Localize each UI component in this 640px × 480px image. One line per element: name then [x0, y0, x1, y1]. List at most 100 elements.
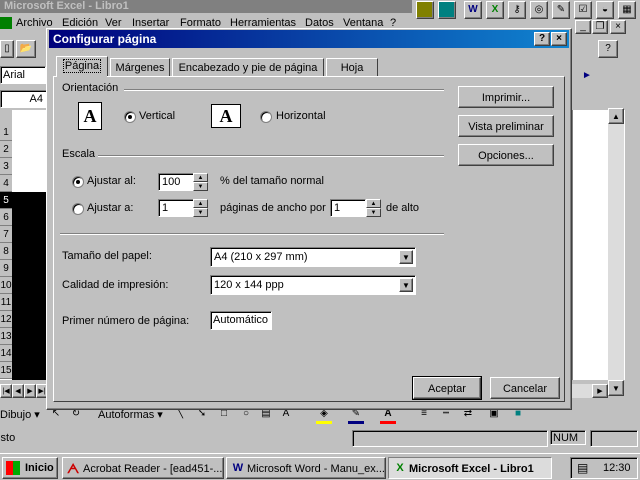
doc-close-icon[interactable]: × — [610, 20, 626, 34]
shortcut-9-icon[interactable]: ◒ — [596, 1, 614, 19]
fit-wide-spinner[interactable]: ▲ ▼ — [193, 199, 208, 217]
spin-up-icon[interactable]: ▲ — [193, 199, 208, 208]
vertical-scrollbar[interactable] — [608, 108, 624, 386]
fit-tall-spinner[interactable]: ▲ ▼ — [366, 199, 381, 217]
row-header[interactable]: 4 — [0, 175, 12, 192]
adjust-to-spinner[interactable]: ▲ ▼ — [193, 173, 208, 191]
spin-down-icon[interactable]: ▼ — [193, 182, 208, 191]
doc-minimize-icon[interactable]: _ — [575, 20, 591, 34]
office-shortcut-bar: W X ⚷ ◎ ✎ ☑ ◒ ▦ — [412, 0, 640, 20]
windows-logo-icon — [6, 461, 20, 475]
fit-to-label[interactable]: Ajustar a: — [87, 202, 133, 214]
row-header[interactable]: 6 — [0, 209, 12, 226]
first-page-label: Primer número de página: — [62, 315, 190, 327]
tab-pagina[interactable]: Página — [56, 56, 108, 76]
fit-tall-input[interactable]: 1 — [330, 199, 366, 217]
excel-shortcut-icon[interactable]: X — [486, 1, 504, 19]
word-shortcut-icon[interactable]: W — [464, 1, 482, 19]
radio-fit-to[interactable] — [72, 203, 84, 215]
start-button[interactable]: Inicio — [2, 457, 58, 479]
toolbar-more-arrow-icon[interactable]: ► — [582, 70, 592, 81]
chevron-down-icon[interactable]: ▼ — [399, 250, 413, 264]
paper-size-label: Tamaño del papel: — [62, 250, 152, 262]
sheet-nav[interactable]: |◀ ◀ ▶ ▶| — [0, 384, 48, 398]
adjust-to-input[interactable]: 100 — [158, 173, 194, 191]
doc-restore-icon[interactable]: ❐ — [592, 20, 608, 34]
first-page-input[interactable]: Automático — [210, 311, 272, 330]
tab-margenes[interactable]: Márgenes — [110, 58, 170, 76]
drawing-menu[interactable]: Dibujo ▾ — [0, 408, 40, 421]
row-header[interactable]: 14 — [0, 345, 12, 362]
shortcut-10-icon[interactable]: ▦ — [618, 1, 636, 19]
next-sheet-icon[interactable]: ▶ — [24, 384, 36, 398]
row-header[interactable]: 13 — [0, 328, 12, 345]
spin-down-icon[interactable]: ▼ — [193, 208, 208, 217]
row-header[interactable]: 2 — [0, 141, 12, 158]
scroll-up-icon[interactable]: ▲ — [608, 108, 624, 124]
cancel-button[interactable]: Cancelar — [490, 377, 560, 399]
tab-hoja[interactable]: Hoja — [326, 58, 378, 76]
open-file-icon[interactable]: 📂 — [16, 40, 36, 58]
status-panel-3 — [590, 430, 638, 447]
adjust-to-label[interactable]: Ajustar al: — [87, 175, 136, 187]
fit-wide-input[interactable]: 1 — [158, 199, 194, 217]
radio-vertical[interactable] — [124, 111, 136, 123]
row-header[interactable]: 9 — [0, 260, 12, 277]
row-header[interactable]: 1 — [0, 124, 12, 141]
key-shortcut-icon[interactable]: ⚷ — [508, 1, 526, 19]
options-button[interactable]: Opciones... — [458, 144, 554, 166]
orientation-label: Orientación — [62, 82, 119, 94]
radio-horizontal[interactable] — [260, 111, 272, 123]
row-header[interactable]: 10 — [0, 277, 12, 294]
spin-up-icon[interactable]: ▲ — [193, 173, 208, 182]
taskbar-acrobat[interactable]: ᗅ Acrobat Reader - [ead451-... — [62, 457, 224, 479]
print-button[interactable]: Imprimir... — [458, 86, 554, 108]
excel-title-bar: Microsoft Excel - Libro1 — [0, 0, 412, 13]
chevron-down-icon[interactable]: ▼ — [399, 278, 413, 292]
row-header[interactable]: 12 — [0, 311, 12, 328]
spin-up-icon[interactable]: ▲ — [366, 199, 381, 208]
tray-network-icon[interactable]: ▤ — [577, 461, 588, 475]
shortcut-7-icon[interactable]: ✎ — [552, 1, 570, 19]
dialog-title-bar[interactable]: Configurar página — [49, 30, 569, 48]
row-header[interactable]: 15 — [0, 362, 12, 379]
taskbar-word[interactable]: W Microsoft Word - Manu_ex... — [226, 457, 386, 479]
print-quality-select[interactable]: 120 x 144 ppp ▼ — [210, 275, 416, 295]
taskbar-excel[interactable]: X Microsoft Excel - Libro1 — [388, 457, 552, 479]
status-bar: Listo NUM — [0, 428, 640, 448]
row-header[interactable]: 8 — [0, 243, 12, 260]
scroll-right-icon[interactable]: ▶ — [592, 384, 608, 398]
radio-adjust-to[interactable] — [72, 176, 84, 188]
selected-range[interactable] — [12, 192, 48, 380]
spin-down-icon[interactable]: ▼ — [366, 208, 381, 217]
prev-sheet-icon[interactable]: ◀ — [12, 384, 24, 398]
scroll-down-icon[interactable]: ▼ — [608, 380, 624, 396]
tab-encabezado[interactable]: Encabezado y pie de página — [172, 58, 324, 76]
binoculars-icon[interactable]: ◎ — [530, 1, 548, 19]
word-icon: W — [232, 462, 244, 474]
start-label: Inicio — [25, 462, 54, 474]
name-box[interactable]: A4 — [0, 90, 48, 108]
row-header[interactable]: 7 — [0, 226, 12, 243]
shortcut-2-icon[interactable] — [438, 1, 456, 19]
status-panel-1 — [352, 430, 548, 447]
horizontal-label[interactable]: Horizontal — [276, 110, 326, 122]
new-file-icon[interactable]: ▯ — [0, 40, 14, 58]
print-preview-button[interactable]: Vista preliminar — [458, 115, 554, 137]
select-all-corner[interactable] — [0, 110, 12, 124]
row-header[interactable]: 11 — [0, 294, 12, 311]
paper-size-select[interactable]: A4 (210 x 297 mm) ▼ — [210, 247, 416, 267]
options-separator — [60, 233, 444, 235]
dialog-help-icon[interactable]: ? — [534, 32, 550, 46]
first-sheet-icon[interactable]: |◀ — [0, 384, 12, 398]
dialog-close-icon[interactable]: × — [551, 32, 567, 46]
help-pointer-icon[interactable]: ? — [598, 40, 618, 58]
vertical-label[interactable]: Vertical — [139, 110, 175, 122]
ok-button[interactable]: Aceptar — [412, 376, 482, 400]
row-header[interactable]: 5 — [0, 192, 12, 209]
font-name-box[interactable]: Arial — [0, 66, 46, 84]
row-header[interactable]: 3 — [0, 158, 12, 175]
scale-separator — [98, 155, 444, 157]
shortcut-8-icon[interactable]: ☑ — [574, 1, 592, 19]
shortcut-1-icon[interactable] — [416, 1, 434, 19]
